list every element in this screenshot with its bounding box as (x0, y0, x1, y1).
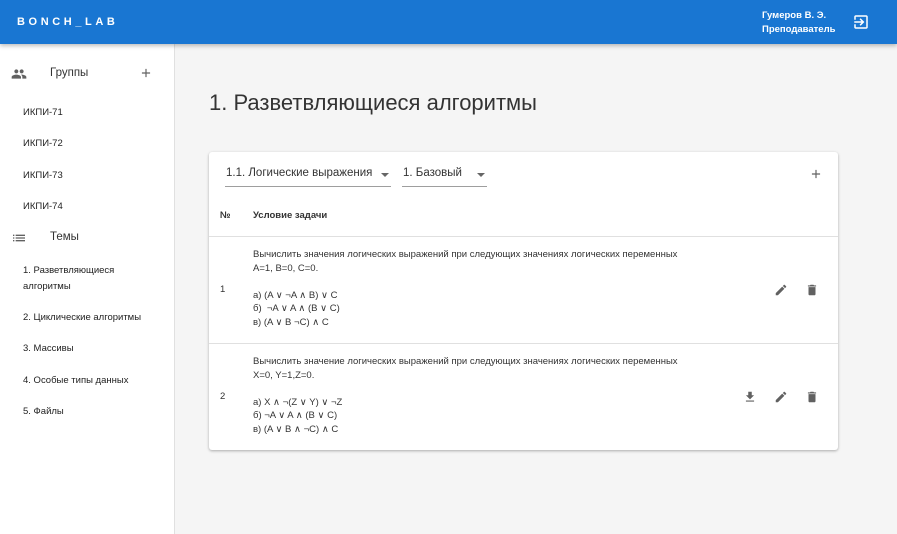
sidebar-item-theme[interactable]: 2. Циклические алгоритмы (23, 310, 163, 326)
page-title: 1. Разветвляющиеся алгоритмы (209, 90, 537, 115)
themes-label: Темы (50, 231, 79, 243)
sidebar: Группы ИКПИ-71 ИКПИ-72 ИКПИ-73 ИКПИ-74 Т… (0, 44, 175, 534)
delete-icon[interactable] (805, 283, 819, 297)
app-bar: BONCH_LAB Гумеров В. Э. Преподаватель (0, 0, 897, 44)
tasks-card: 1.1. Логические выражения 1. Базовый № У… (209, 152, 838, 450)
list-icon (13, 234, 25, 242)
groups-label: Группы (50, 67, 89, 79)
sidebar-item-group[interactable]: ИКПИ-71 (23, 105, 163, 121)
subtopic-select[interactable]: 1.1. Логические выражения (225, 165, 391, 187)
divider (209, 236, 838, 237)
people-icon (11, 69, 27, 79)
sidebar-item-theme[interactable]: 3. Массивы (23, 341, 163, 357)
task-condition: Вычислить значение логических выражений … (253, 356, 678, 435)
sidebar-item-theme[interactable]: 5. Файлы (23, 404, 163, 420)
brand-logo[interactable]: BONCH_LAB (17, 16, 118, 28)
delete-icon[interactable] (805, 390, 819, 404)
chevron-down-icon (477, 173, 485, 177)
user-role: Преподаватель (762, 24, 836, 35)
edit-icon[interactable] (774, 283, 788, 297)
row-number: 2 (220, 391, 226, 402)
sidebar-item-group[interactable]: ИКПИ-72 (23, 136, 163, 152)
task-condition: Вычислить значения логических выражений … (253, 249, 678, 328)
column-header-number: № (220, 210, 231, 221)
column-header-condition: Условие задачи (253, 210, 328, 221)
add-task-icon[interactable] (809, 167, 823, 181)
divider (209, 343, 838, 344)
themes-section-header: Темы (0, 223, 175, 253)
row-number: 1 (220, 284, 226, 295)
user-name: Гумеров В. Э. (762, 10, 827, 21)
sidebar-item-theme[interactable]: 1. Разветвляющиеся алгоритмы (23, 263, 163, 294)
level-select-value: 1. Базовый (403, 167, 462, 179)
logout-icon[interactable] (852, 13, 870, 31)
groups-section-header: Группы (0, 59, 175, 89)
edit-icon[interactable] (774, 390, 788, 404)
sidebar-item-theme[interactable]: 4. Особые типы данных (23, 373, 163, 389)
sidebar-item-group[interactable]: ИКПИ-74 (23, 199, 163, 215)
user-info: Гумеров В. Э. Преподаватель (762, 9, 835, 37)
chevron-down-icon (381, 173, 389, 177)
sidebar-item-group[interactable]: ИКПИ-73 (23, 168, 163, 184)
download-icon[interactable] (743, 390, 757, 404)
level-select[interactable]: 1. Базовый (402, 165, 487, 187)
add-group-icon[interactable] (139, 66, 153, 80)
subtopic-select-value: 1.1. Логические выражения (226, 167, 373, 179)
